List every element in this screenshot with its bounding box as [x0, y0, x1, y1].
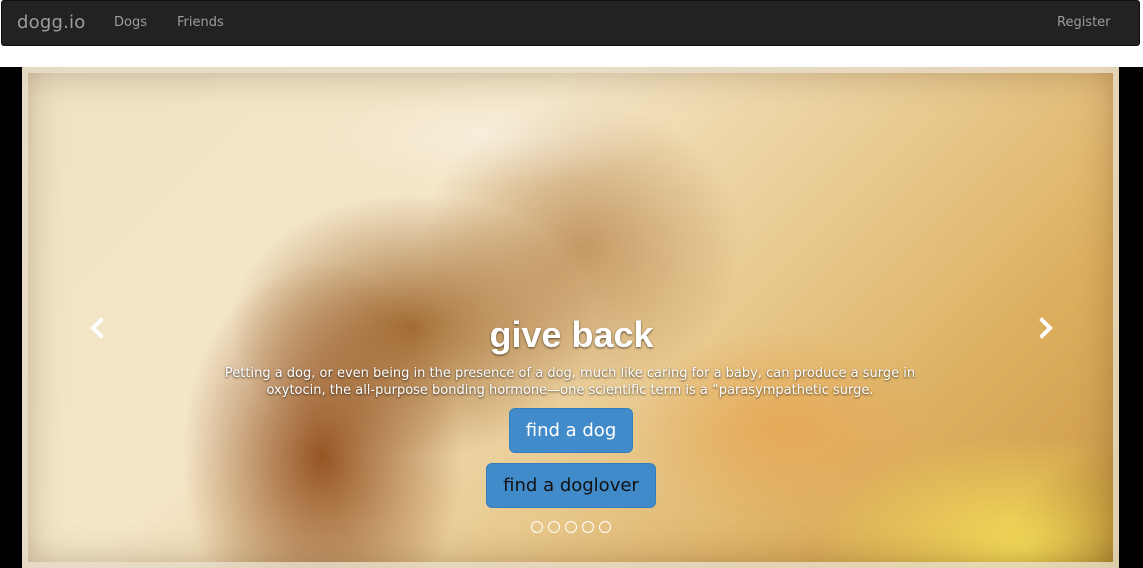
carousel-caption-text: Petting a dog, or even being in the pres…: [224, 366, 916, 398]
brand-logo-link[interactable]: dogg.io: [17, 12, 85, 33]
nav-link-dogs[interactable]: Dogs: [114, 15, 147, 30]
carousel-indicator-4[interactable]: [582, 521, 594, 533]
nav-link-friends[interactable]: Friends: [177, 15, 224, 30]
nav-link-register[interactable]: Register: [1057, 15, 1111, 30]
find-a-doglover-button[interactable]: find a doglover: [486, 463, 656, 508]
carousel-indicator-1[interactable]: [531, 521, 543, 533]
top-navbar: dogg.io Dogs Friends Register: [1, 0, 1140, 46]
carousel-indicators: [531, 521, 611, 533]
hero-carousel: give back Petting a dog, or even being i…: [0, 67, 1143, 568]
carousel-headline: give back: [489, 314, 654, 355]
find-a-dog-button[interactable]: find a dog: [509, 408, 633, 453]
carousel-indicator-2[interactable]: [548, 521, 560, 533]
carousel-indicator-5[interactable]: [599, 521, 611, 533]
carousel-indicator-3[interactable]: [565, 521, 577, 533]
